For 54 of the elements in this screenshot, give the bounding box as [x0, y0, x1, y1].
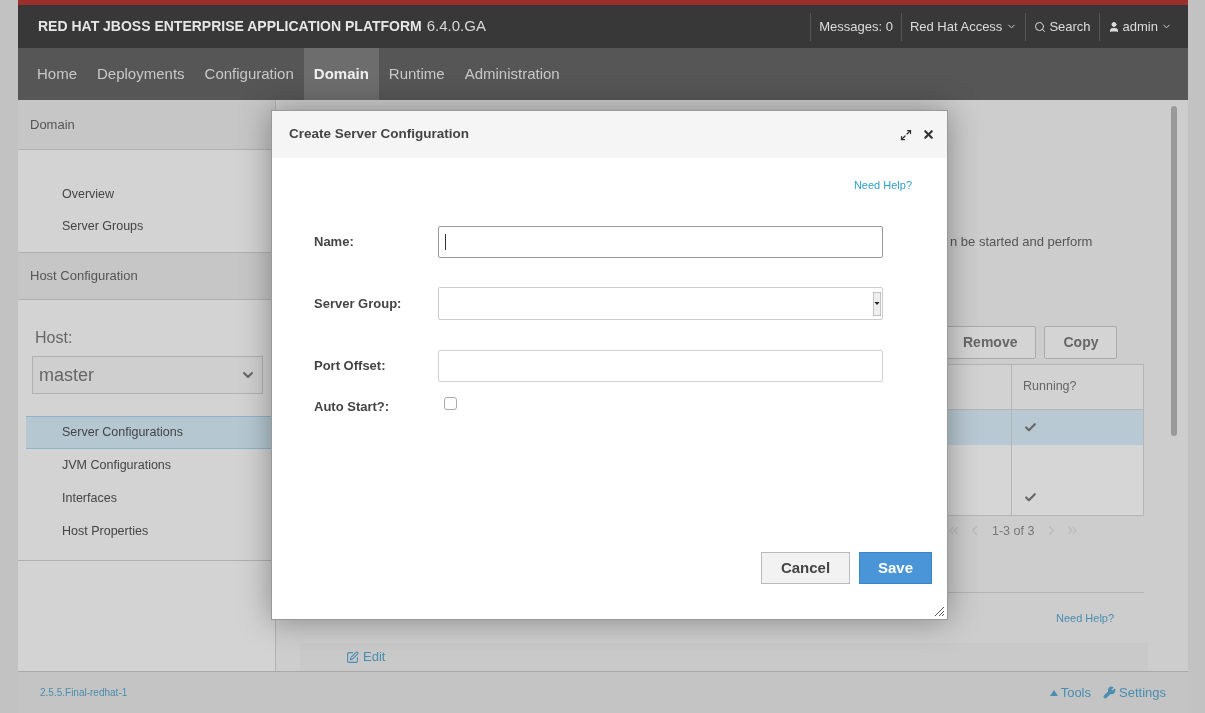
messages-count[interactable]: Messages: 0 — [810, 12, 902, 41]
table-row[interactable] — [945, 444, 1143, 480]
version-text: 2.5.5.Final-redhat-1 — [40, 686, 128, 700]
description-text: n be started and perform — [950, 233, 1094, 251]
triangle-icon — [1049, 689, 1058, 696]
input-field[interactable] — [438, 349, 883, 382]
scrollbar[interactable] — [1170, 106, 1177, 436]
page-info: 1-3 of 3 — [992, 522, 1035, 540]
cancel-button[interactable]: Cancel — [761, 552, 850, 584]
close-icon[interactable] — [922, 128, 935, 141]
product-version: 6.4.0.GA — [426, 16, 486, 37]
resize-grip-icon[interactable] — [933, 605, 945, 617]
sidebar-item[interactable]: Host Properties — [26, 515, 275, 548]
caret-icon — [873, 291, 881, 316]
maximize-icon[interactable] — [900, 128, 912, 141]
nav-tab[interactable]: Configuration — [194, 48, 304, 100]
help-menu[interactable]: Red Hat Access — [901, 16, 1026, 37]
nav-tab[interactable]: Deployments — [87, 48, 195, 100]
user-icon — [1107, 20, 1120, 33]
field-label: Name: — [314, 232, 355, 251]
action-button[interactable]: Copy — [1044, 325, 1118, 359]
help-link[interactable]: Need Help? — [853, 177, 912, 194]
field-label: Port Offset: — [314, 356, 387, 375]
search-icon — [1034, 20, 1047, 33]
sidebar-item[interactable]: JVM Configurations — [26, 449, 275, 482]
nav-tab[interactable]: Home — [27, 48, 87, 100]
nav-tab[interactable]: Domain — [303, 48, 379, 100]
save-button[interactable]: Save — [859, 552, 932, 584]
wrench-icon — [1103, 686, 1116, 699]
host-select[interactable]: master — [32, 356, 263, 394]
check-icon — [1024, 490, 1037, 504]
nav-tab[interactable]: Administration — [454, 48, 570, 100]
host-label: Host: — [34, 328, 74, 348]
select-field[interactable] — [438, 287, 883, 320]
edit-icon — [346, 650, 359, 664]
check-icon — [1024, 420, 1037, 434]
checkbox[interactable] — [444, 396, 457, 410]
user-menu[interactable]: admin — [1099, 16, 1180, 37]
text-cursor — [445, 233, 446, 250]
column-header: Running? — [1022, 378, 1078, 396]
sidebar-item[interactable]: Overview — [18, 178, 275, 210]
table-row[interactable] — [945, 409, 1143, 445]
input-field[interactable] — [438, 225, 883, 258]
search-button[interactable]: Search — [1025, 12, 1100, 41]
dialog-title: Create Server Configuration — [289, 125, 470, 144]
table-row[interactable] — [945, 479, 1143, 515]
field-label: Auto Start?: — [314, 397, 391, 416]
section-header: Domain — [18, 100, 275, 150]
nav-tab[interactable]: Runtime — [378, 48, 455, 100]
sidebar-item[interactable]: Server Groups — [18, 210, 275, 242]
field-label: Server Group: — [314, 294, 403, 313]
product-title: RED HAT JBOSS ENTERPRISE APPLICATION PLATFORM — [38, 17, 422, 36]
help-link[interactable]: Need Help? — [1056, 610, 1159, 627]
sidebar-item[interactable]: Interfaces — [26, 482, 275, 515]
